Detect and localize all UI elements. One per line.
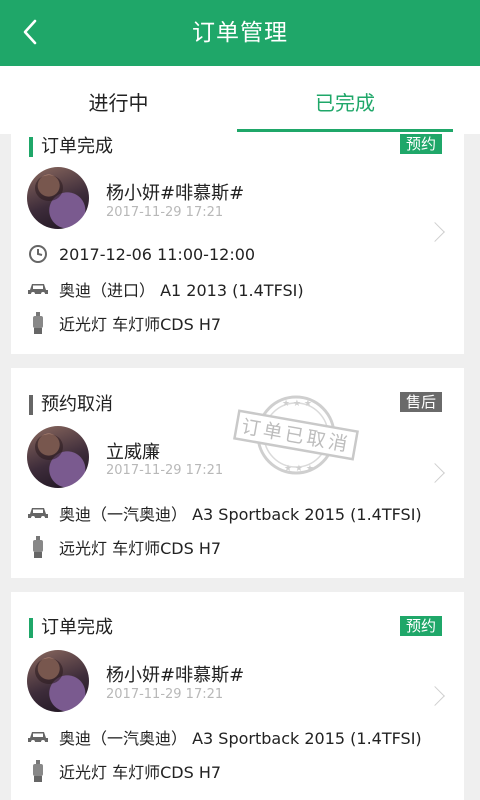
tab-completed[interactable]: 已完成 <box>237 66 453 134</box>
bulb-icon <box>27 312 49 334</box>
chevron-right-icon[interactable] <box>425 222 445 242</box>
car-icon <box>27 502 49 524</box>
order-status: 订单完成 <box>29 618 113 638</box>
appointment-time-row: 2017-12-06 11:00-12:00 <box>27 243 255 265</box>
car-icon <box>27 278 49 300</box>
order-card[interactable]: 订单完成 预约 杨小妍#啡慕斯# 2017-11-29 17:21 奥迪（一汽奥… <box>11 592 464 800</box>
order-status: 预约取消 <box>29 395 113 415</box>
bulb-icon <box>27 760 49 782</box>
car-row: 奥迪（一汽奥迪） A3 Sportback 2015 (1.4TFSI) <box>27 726 422 748</box>
appointment-time: 2017-12-06 11:00-12:00 <box>59 244 256 264</box>
tab-bar: 进行中 已完成 <box>0 66 480 134</box>
car-row: 奥迪（一汽奥迪） A3 Sportback 2015 (1.4TFSI) <box>27 502 422 524</box>
avatar <box>27 167 89 229</box>
product-name: 远光灯 车灯师CDS H7 <box>59 539 222 558</box>
product-row: 近光灯 车灯师CDS H7 <box>27 312 221 334</box>
product-name: 近光灯 车灯师CDS H7 <box>59 315 222 334</box>
order-type-badge: 预约 <box>399 134 442 154</box>
order-type-badge: 预约 <box>399 616 442 636</box>
car-model: 奥迪（进口） A1 2013 (1.4TFSI) <box>59 281 304 300</box>
product-row: 远光灯 车灯师CDS H7 <box>27 536 221 558</box>
car-row: 奥迪（进口） A1 2013 (1.4TFSI) <box>27 278 304 300</box>
order-date: 2017-11-29 17:21 <box>106 463 224 478</box>
app-bar: 订单管理 <box>0 0 480 66</box>
bulb-icon <box>27 536 49 558</box>
order-date: 2017-11-29 17:21 <box>106 205 224 220</box>
avatar <box>27 650 89 712</box>
order-status: 订单完成 <box>29 137 113 157</box>
car-model: 奥迪（一汽奥迪） A3 Sportback 2015 (1.4TFSI) <box>59 505 422 524</box>
svg-text:★ ★ ★: ★ ★ ★ <box>284 464 314 474</box>
clock-icon <box>27 243 49 265</box>
product-name: 近光灯 车灯师CDS H7 <box>59 763 222 782</box>
cancelled-stamp: ★ ★ ★ ★ ★ ★ 订单已取消 <box>228 394 364 476</box>
customer-name: 立威廉 <box>106 442 160 463</box>
tab-indicator <box>237 129 453 132</box>
order-type-badge: 售后 <box>399 392 442 412</box>
product-row: 近光灯 车灯师CDS H7 <box>27 760 221 782</box>
page-title: 订单管理 <box>192 20 288 46</box>
order-date: 2017-11-29 17:21 <box>106 687 224 702</box>
order-card[interactable]: 订单完成 预约 杨小妍#啡慕斯# 2017-11-29 17:21 2017-1… <box>11 134 464 354</box>
avatar <box>27 426 89 488</box>
svg-text:★ ★ ★: ★ ★ ★ <box>282 399 312 409</box>
customer-name: 杨小妍#啡慕斯# <box>106 665 245 686</box>
tab-in-progress[interactable]: 进行中 <box>0 66 237 134</box>
chevron-right-icon[interactable] <box>425 463 445 483</box>
chevron-right-icon[interactable] <box>425 686 445 706</box>
customer-name: 杨小妍#啡慕斯# <box>106 183 245 204</box>
car-icon <box>27 726 49 748</box>
car-model: 奥迪（一汽奥迪） A3 Sportback 2015 (1.4TFSI) <box>59 729 422 748</box>
